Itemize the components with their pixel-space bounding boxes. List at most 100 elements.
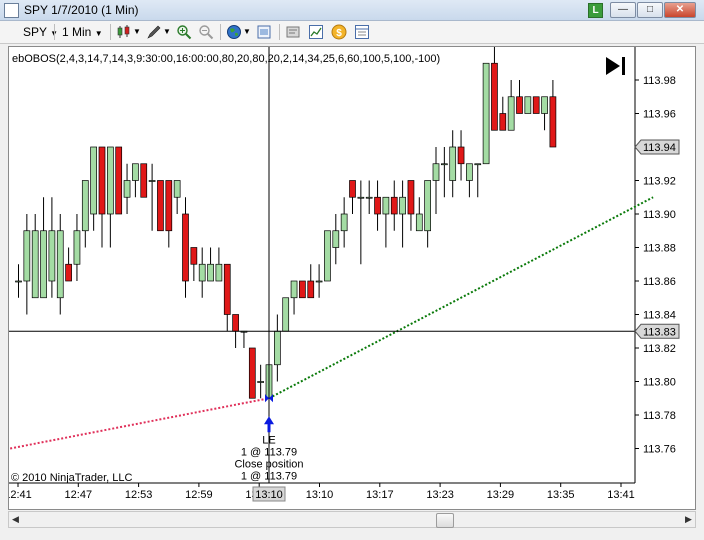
trade-lines: [9, 196, 654, 450]
candle-body: [324, 230, 331, 282]
properties-icon[interactable]: [256, 24, 272, 40]
price-tick-label: 113.90: [643, 209, 676, 221]
candle-body: [40, 230, 47, 299]
link-badge[interactable]: L: [588, 3, 603, 18]
candle-body: [232, 314, 239, 332]
candle-body: [365, 196, 373, 199]
candle-body: [290, 280, 298, 299]
time-tick-label: 13:35: [547, 489, 575, 501]
chart-app-icon: [4, 3, 19, 18]
scroll-to-end-icon[interactable]: [606, 57, 625, 75]
chevron-down-icon[interactable]: ▼: [163, 24, 171, 40]
candle-body: [541, 96, 548, 114]
zoom-in-icon[interactable]: [176, 24, 192, 40]
trade-exit-label: Close position: [234, 458, 303, 470]
candle-body: [407, 180, 415, 215]
candle-body: [499, 113, 507, 131]
toolbar-separator: [110, 24, 111, 40]
candle-body: [31, 230, 39, 299]
globe-icon[interactable]: [226, 24, 242, 40]
time-tick-label: 13:41: [607, 489, 635, 501]
money-icon[interactable]: $: [331, 24, 347, 40]
candle-body: [140, 163, 148, 198]
candle-body: [207, 263, 214, 282]
candle-body: [115, 146, 123, 215]
candle-body: [165, 180, 173, 232]
price-tick-label: 113.96: [643, 109, 676, 121]
minimize-button[interactable]: —: [610, 2, 636, 18]
time-axis[interactable]: 12:4112:4712:5312:5913:0513:1013:1713:23…: [4, 483, 635, 502]
maximize-button[interactable]: □: [637, 2, 663, 18]
candle-body: [90, 146, 98, 215]
chart-panel[interactable]: ebOBOS(2,4,3,14,7,14,3,9:30:00,16:00:00,…: [4, 46, 696, 510]
chart-trader-icon[interactable]: [308, 24, 324, 40]
time-tick-label: 13:10: [306, 489, 334, 501]
svg-text:$: $: [336, 28, 342, 39]
price-tick-label: 113.84: [643, 310, 676, 322]
candle-body: [441, 163, 448, 166]
candle-body: [248, 347, 256, 399]
toolbar-separator: [220, 24, 221, 40]
price-tick-label: 113.80: [643, 377, 676, 389]
scrollbar-thumb[interactable]: [436, 513, 454, 528]
candlestick-style-icon[interactable]: [116, 24, 132, 40]
time-tick-label: 12:53: [125, 489, 153, 501]
candle-body: [332, 230, 340, 248]
candle-body: [315, 280, 323, 283]
last-price-label: 113.94: [643, 142, 676, 154]
candle-body: [340, 213, 348, 232]
time-tick-label: 12:47: [65, 489, 93, 501]
price-tick-label: 113.98: [643, 75, 676, 87]
price-axis[interactable]: 113.98 113.96 113.94 113.92 113.90 113.88 113.…: [634, 75, 680, 456]
candle-body: [73, 230, 81, 265]
candle-body: [549, 96, 557, 148]
candle-body: [215, 263, 223, 282]
strategy-icon[interactable]: [285, 24, 301, 40]
drawing-pen-icon[interactable]: [146, 24, 162, 40]
profit-trade-line: [268, 196, 654, 400]
copyright-text: © 2010 NinjaTrader, LLC: [11, 472, 132, 484]
zoom-out-icon[interactable]: [198, 24, 214, 40]
candle-body: [56, 230, 64, 299]
price-tick-label: 113.86: [643, 276, 676, 288]
candle-body: [173, 180, 181, 198]
price-tick-label: 113.78: [643, 410, 676, 422]
candle-body: [449, 146, 457, 181]
chevron-down-icon[interactable]: ▼: [133, 24, 141, 40]
scroll-right-icon[interactable]: ▶: [685, 514, 692, 525]
candle-body: [274, 330, 281, 366]
candle-body: [282, 297, 290, 332]
candle-body: [424, 180, 431, 232]
candle-body: [507, 96, 515, 131]
price-chart[interactable]: ebOBOS(2,4,3,14,7,14,3,9:30:00,16:00:00,…: [4, 46, 695, 509]
candle-body: [482, 62, 490, 165]
crosshair: [9, 47, 635, 483]
horizontal-scrollbar[interactable]: ◀ ▶: [8, 511, 696, 528]
time-tick-label: 13:23: [426, 489, 454, 501]
candle-body: [390, 196, 398, 215]
close-button[interactable]: ✕: [664, 2, 696, 18]
interval-selector[interactable]: 1 Min ▼: [62, 24, 103, 40]
candle-body: [148, 180, 156, 182]
instrument-selector[interactable]: SPY ▼: [23, 24, 58, 40]
chevron-down-icon[interactable]: ▼: [243, 24, 251, 40]
candle-body: [532, 96, 540, 114]
candle-body: [474, 163, 482, 166]
indicator-label: ebOBOS(2,4,3,14,7,14,3,9:30:00,16:00:00,…: [12, 53, 440, 65]
candle-body: [198, 263, 206, 282]
interval-label: 1 Min: [62, 25, 92, 39]
time-tick-label: 12:59: [185, 489, 213, 501]
candle-body: [98, 146, 106, 215]
candle-body: [457, 146, 465, 165]
candle-body: [132, 163, 139, 181]
data-box-icon[interactable]: [354, 24, 370, 40]
price-tick-label: 113.88: [643, 243, 676, 255]
candle-body: [432, 163, 440, 181]
scroll-left-icon[interactable]: ◀: [12, 514, 19, 525]
trade-fill-label: 1 @ 113.79: [241, 446, 297, 458]
trade-signal-label: LE: [262, 434, 275, 446]
candle-body: [15, 280, 22, 283]
toolbar-separator: [279, 24, 280, 40]
candle-body: [491, 62, 498, 131]
candle-body: [382, 196, 390, 215]
